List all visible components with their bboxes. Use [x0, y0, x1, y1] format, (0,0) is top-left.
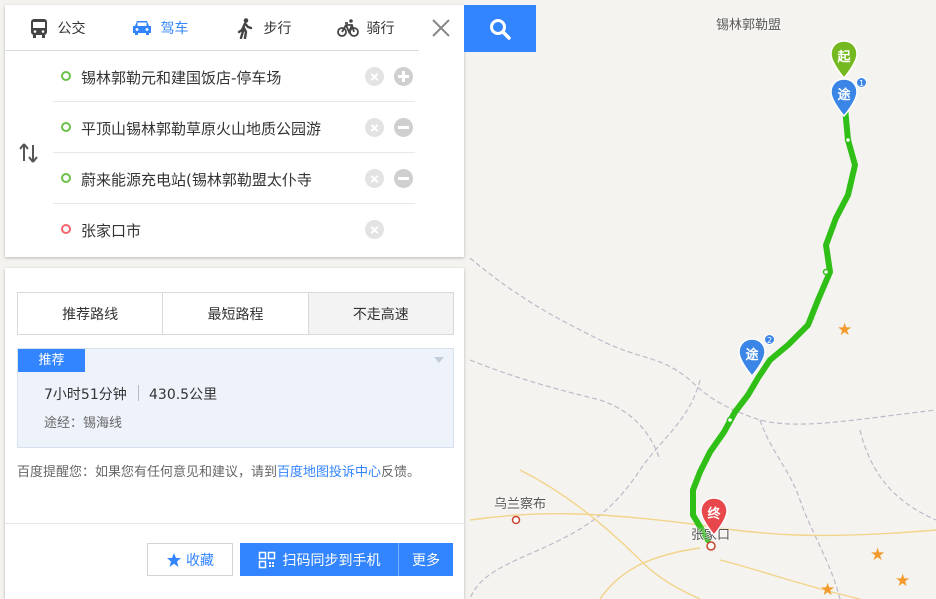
- tab-drive[interactable]: 驾车: [108, 5, 211, 50]
- stop-row-end[interactable]: 张家口市: [53, 204, 415, 255]
- city-dot-zhangjiakou: [706, 541, 716, 551]
- feedback-notice: 百度提醒您：如果您有任何意见和建议，请到百度地图投诉中心反馈。: [17, 462, 455, 484]
- sync-to-phone-button[interactable]: 扫码同步到手机: [240, 543, 398, 576]
- via-roads: 途经：锡海线: [44, 416, 123, 431]
- via-dot-icon: [61, 122, 71, 132]
- city-label-ulanqab[interactable]: 乌兰察布: [494, 493, 546, 512]
- swap-icon: [19, 143, 38, 163]
- tab-walk-label: 步行: [263, 20, 292, 37]
- start-marker-label: 起: [837, 50, 851, 65]
- region-label: 锡林郭勒盟: [716, 18, 782, 33]
- tab-drive-label: 驾车: [160, 20, 189, 37]
- waypoint-number-badge: 1: [856, 77, 867, 88]
- more-button[interactable]: 更多: [398, 543, 453, 576]
- clear-icon[interactable]: [365, 67, 384, 86]
- scenic-star-icon[interactable]: ★: [820, 582, 835, 599]
- star-icon: [167, 552, 181, 567]
- stop-input-via-2[interactable]: 蔚来能源充电站(锡林郭勒盟太仆寺: [81, 169, 361, 190]
- travel-distance: 430.5公里: [149, 387, 218, 403]
- complaint-center-link[interactable]: 百度地图投诉中心: [277, 465, 381, 480]
- stop-input-start[interactable]: 锡林郭勒元和建国饭店-停车场: [81, 67, 361, 88]
- close-icon: [432, 19, 450, 37]
- city-dot-ulanqab: [511, 515, 521, 525]
- tab-bus[interactable]: 公交: [5, 5, 108, 50]
- waypoint-marker-label: 途: [745, 348, 759, 363]
- sync-label: 扫码同步到手机: [282, 552, 381, 569]
- stops-list: 锡林郭勒元和建国饭店-停车场 平顶山锡林郭勒草原火山地质公园游 蔚来能源充电站(…: [53, 51, 415, 255]
- add-stop-icon[interactable]: [394, 67, 413, 86]
- stop-row-via-2[interactable]: 蔚来能源充电站(锡林郭勒盟太仆寺: [53, 153, 415, 204]
- search-button[interactable]: [464, 5, 536, 52]
- tab-no-highway[interactable]: 不走高速: [308, 293, 453, 334]
- stop-row-start[interactable]: 锡林郭勒元和建国饭店-停车场: [53, 51, 415, 102]
- scenic-star-icon[interactable]: ★: [895, 573, 910, 590]
- search-icon: [490, 18, 511, 40]
- notice-suffix: 反馈。: [381, 465, 421, 480]
- favorite-button[interactable]: 收藏: [147, 543, 233, 576]
- expand-caret-icon[interactable]: [434, 357, 444, 363]
- waypoint-marker-1[interactable]: 途: [829, 78, 859, 118]
- route-plan-card[interactable]: 推荐 7小时51分钟 430.5公里 途经：锡海线: [17, 348, 454, 448]
- scenic-star-icon[interactable]: ★: [870, 547, 885, 564]
- walk-icon: [237, 17, 252, 39]
- stop-input-via-1[interactable]: 平顶山锡林郭勒草原火山地质公园游: [81, 118, 361, 139]
- divider: [138, 385, 139, 401]
- via-dot-icon: [61, 173, 71, 183]
- travel-time: 7小时51分钟: [44, 387, 127, 403]
- waypoint-number-badge: 2: [764, 334, 775, 345]
- tab-bike-label: 骑行: [366, 20, 395, 37]
- start-marker[interactable]: 起: [829, 40, 859, 80]
- tab-bike[interactable]: 骑行: [314, 5, 417, 50]
- car-icon: [132, 20, 151, 35]
- qr-code-icon: [258, 551, 275, 568]
- end-marker-label: 终: [707, 507, 721, 522]
- divider: [5, 523, 464, 524]
- route-input-panel: 公交 驾车 步行 骑行 锡林郭勒元和建国饭店-停车场 平顶山锡林郭勒草原火山地质…: [5, 5, 464, 257]
- bus-icon: [30, 18, 47, 38]
- tab-bus-label: 公交: [57, 20, 86, 37]
- notice-prefix: 百度提醒您：如果您有任何意见和建议，请到: [17, 465, 278, 480]
- tab-walk[interactable]: 步行: [211, 5, 314, 50]
- remove-stop-icon[interactable]: [394, 169, 413, 188]
- favorite-label: 收藏: [186, 552, 214, 569]
- scenic-star-icon[interactable]: ★: [837, 322, 852, 339]
- clear-icon[interactable]: [365, 220, 384, 239]
- clear-icon[interactable]: [365, 169, 384, 188]
- end-marker[interactable]: 终: [699, 497, 729, 537]
- travel-mode-tabs: 公交 驾车 步行 骑行: [5, 5, 419, 51]
- start-dot-icon: [61, 71, 71, 81]
- waypoint-marker-label: 途: [837, 88, 851, 103]
- stop-input-end[interactable]: 张家口市: [81, 220, 361, 241]
- tab-shortest[interactable]: 最短路程: [163, 293, 309, 334]
- recommended-badge: 推荐: [18, 349, 85, 372]
- route-result-panel: 推荐路线 最短路程 不走高速 推荐 7小时51分钟 430.5公里 途经：锡海线…: [5, 268, 464, 599]
- tab-recommended[interactable]: 推荐路线: [18, 293, 164, 334]
- remove-stop-icon[interactable]: [394, 118, 413, 137]
- end-dot-icon: [61, 224, 71, 234]
- route-preference-tabs: 推荐路线 最短路程 不走高速: [17, 292, 454, 335]
- stop-row-via-1[interactable]: 平顶山锡林郭勒草原火山地质公园游: [53, 102, 415, 153]
- swap-stops-button[interactable]: [17, 141, 41, 165]
- waypoint-marker-2[interactable]: 途: [737, 338, 767, 378]
- clear-icon[interactable]: [365, 118, 384, 137]
- close-button[interactable]: [426, 13, 456, 43]
- bike-icon: [336, 18, 359, 37]
